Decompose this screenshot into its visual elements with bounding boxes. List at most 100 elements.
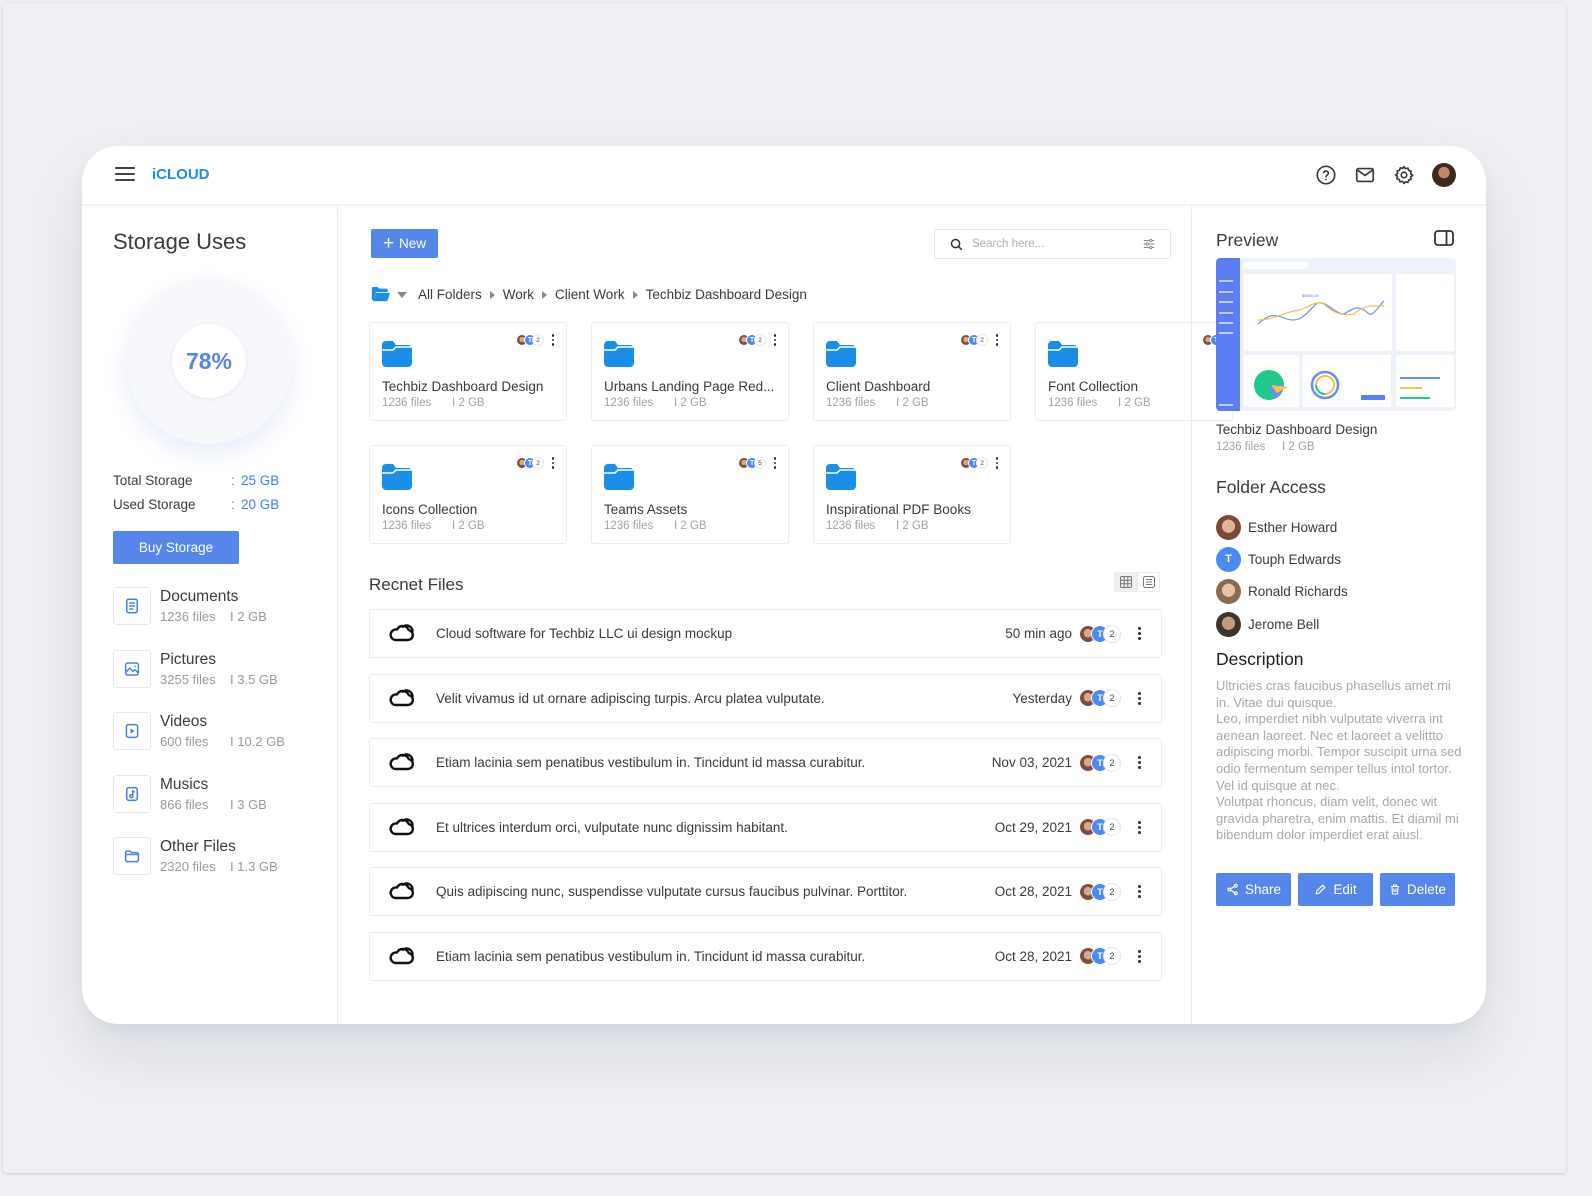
folder-name: Font Collection bbox=[1048, 379, 1139, 394]
breadcrumb-current[interactable]: Techbiz Dashboard Design bbox=[646, 287, 807, 302]
user-avatar[interactable] bbox=[1432, 163, 1456, 187]
shared-avatars[interactable]: T2 bbox=[516, 457, 544, 469]
folder-size: I 2 GB bbox=[452, 397, 485, 409]
folder-card[interactable]: T 2 Icons Collection 1236 files I 2 GB bbox=[369, 445, 567, 544]
chevron-down-icon[interactable] bbox=[397, 291, 407, 298]
folder-files: 1236 files bbox=[826, 397, 876, 409]
plus-icon: + bbox=[382, 233, 395, 254]
avatar: T bbox=[1216, 546, 1241, 572]
shared-avatars[interactable]: T2 bbox=[1079, 624, 1121, 643]
storage-title: Storage Uses bbox=[113, 229, 247, 254]
search-input[interactable] bbox=[972, 238, 1142, 250]
menu-icon[interactable] bbox=[115, 167, 135, 183]
folder-size: I 2 GB bbox=[674, 397, 707, 409]
more-options-icon[interactable] bbox=[772, 334, 779, 346]
shared-avatars[interactable]: T2 bbox=[1079, 753, 1121, 772]
svg-text:$6800.00: $6800.00 bbox=[1302, 293, 1319, 298]
edit-label: Edit bbox=[1333, 882, 1357, 897]
folder-card[interactable]: T 2 Inspirational PDF Books 1236 files I 2 G… bbox=[813, 445, 1011, 544]
breadcrumb-all-folders[interactable]: All Folders bbox=[418, 287, 482, 302]
more-options-icon[interactable] bbox=[550, 334, 557, 346]
more-options-icon[interactable] bbox=[550, 457, 557, 469]
recent-file-name: Cloud software for Techbiz LLC ui design… bbox=[436, 626, 733, 641]
grid-icon bbox=[1119, 576, 1132, 588]
settings-icon[interactable] bbox=[1393, 164, 1415, 186]
thumbnail-donut-chart bbox=[1310, 370, 1385, 400]
recent-file-row[interactable]: Quis adipiscing nunc, suspendisse vulput… bbox=[369, 867, 1162, 916]
more-options-icon[interactable] bbox=[1136, 949, 1143, 963]
recent-file-date: Yesterday bbox=[1012, 690, 1072, 706]
shared-avatars[interactable]: T2 bbox=[1079, 818, 1121, 836]
share-icon bbox=[1227, 883, 1238, 896]
more-options-icon[interactable] bbox=[994, 457, 1001, 469]
folder-open-icon[interactable] bbox=[371, 286, 391, 303]
panel-toggle-icon[interactable] bbox=[1434, 230, 1454, 246]
shared-avatars[interactable]: T2 bbox=[738, 334, 766, 346]
shared-avatars[interactable]: T2 bbox=[960, 457, 988, 469]
category-pictures[interactable]: Pictures 3255 files I 3.5 GB bbox=[113, 649, 285, 713]
access-user[interactable]: T Touph Edwards bbox=[1216, 543, 1348, 575]
recent-file-date: Oct 28, 2021 bbox=[994, 884, 1072, 899]
storage-usage-gauge: 78% bbox=[126, 278, 292, 444]
stat-value: 25 GB bbox=[241, 472, 280, 488]
breadcrumb-client-work[interactable]: Client Work bbox=[555, 287, 625, 302]
recent-file-row[interactable]: Cloud software for Techbiz LLC ui design… bbox=[369, 609, 1162, 658]
brand-logo[interactable]: iCLOUD bbox=[152, 166, 210, 183]
recent-file-row[interactable]: Velit vivamus id ut ornare adipiscing tu… bbox=[369, 673, 1162, 723]
access-user-name: Touph Edwards bbox=[1248, 551, 1342, 567]
shared-count: 2 bbox=[1103, 882, 1121, 901]
edit-button[interactable]: Edit bbox=[1298, 873, 1373, 906]
recent-file-name: Velit vivamus id ut ornare adipiscing tu… bbox=[436, 690, 825, 706]
access-user[interactable]: Jerome Bell bbox=[1216, 608, 1348, 640]
delete-button[interactable]: Delete bbox=[1380, 873, 1455, 906]
folder-card[interactable]: T 2 Client Dashboard 1236 files I 2 GB bbox=[813, 322, 1011, 421]
help-icon[interactable] bbox=[1315, 164, 1337, 186]
category-musics[interactable]: Musics 866 files I 3 GB bbox=[113, 774, 285, 838]
description-paragraph: Leo, imperdiet nibh vulputate viverra in… bbox=[1216, 711, 1462, 793]
shared-count: 2 bbox=[976, 334, 988, 346]
more-options-icon[interactable] bbox=[772, 457, 779, 469]
recent-file-row[interactable]: Etiam lacinia sem penatibus vestibulum i… bbox=[369, 931, 1162, 981]
category-videos[interactable]: Videos 600 files I 10.2 GB bbox=[113, 712, 285, 775]
grid-view-button[interactable] bbox=[1114, 572, 1137, 592]
recent-file-row[interactable]: Et ultrices interdum orci, vulputate nun… bbox=[369, 802, 1162, 852]
more-options-icon[interactable] bbox=[994, 334, 1001, 346]
document-icon bbox=[113, 587, 151, 625]
more-options-icon[interactable] bbox=[1136, 820, 1143, 834]
buy-storage-button[interactable]: Buy Storage bbox=[113, 531, 239, 564]
more-options-icon[interactable] bbox=[1136, 627, 1143, 640]
category-other-files[interactable]: Other Files 2320 files I 1.3 GB bbox=[113, 837, 285, 900]
folder-icon bbox=[604, 341, 634, 372]
cloud-icon bbox=[389, 877, 417, 906]
cloud-icon bbox=[389, 813, 417, 842]
shared-avatars[interactable]: T2 bbox=[1079, 947, 1121, 965]
list-view-button[interactable] bbox=[1137, 572, 1160, 592]
shared-avatars[interactable]: T2 bbox=[1079, 689, 1121, 707]
new-button[interactable]: + New bbox=[371, 229, 438, 258]
more-options-icon[interactable] bbox=[1136, 885, 1143, 898]
access-user-name: Esther Howard bbox=[1248, 519, 1338, 535]
folder-size: I 2 GB bbox=[896, 520, 929, 532]
mail-icon[interactable] bbox=[1354, 164, 1376, 186]
share-button[interactable]: Share bbox=[1216, 873, 1291, 906]
preview-thumbnail[interactable]: $6800.00 bbox=[1216, 258, 1456, 411]
recent-file-row[interactable]: Etiam lacinia sem penatibus vestibulum i… bbox=[369, 738, 1162, 787]
folder-card[interactable]: T 5 Teams Assets 1236 files I 2 GB bbox=[591, 445, 789, 544]
more-options-icon[interactable] bbox=[1136, 691, 1143, 705]
access-user[interactable]: Ronald Richards bbox=[1216, 576, 1348, 608]
breadcrumb-work[interactable]: Work bbox=[503, 287, 534, 302]
filter-icon[interactable] bbox=[1142, 237, 1156, 251]
more-options-icon[interactable] bbox=[1136, 756, 1143, 769]
category-documents[interactable]: Documents 1236 files I 2 GB bbox=[113, 587, 285, 650]
folder-name: Urbans Landing Page Red... bbox=[604, 379, 775, 394]
category-name: Videos bbox=[160, 713, 208, 730]
folder-files: 1236 files bbox=[604, 520, 654, 532]
shared-avatars[interactable]: T2 bbox=[960, 334, 988, 346]
shared-avatars[interactable]: T2 bbox=[1079, 882, 1121, 901]
breadcrumb-separator-icon bbox=[542, 290, 548, 299]
shared-avatars[interactable]: T2 bbox=[516, 334, 544, 346]
folder-card[interactable]: T 2 Techbiz Dashboard Design 1236 files I 2 … bbox=[369, 322, 567, 421]
shared-avatars[interactable]: T5 bbox=[738, 457, 766, 469]
access-user[interactable]: Esther Howard bbox=[1216, 511, 1348, 543]
folder-card[interactable]: T 2 Urbans Landing Page Red... 1236 files I … bbox=[591, 322, 789, 421]
